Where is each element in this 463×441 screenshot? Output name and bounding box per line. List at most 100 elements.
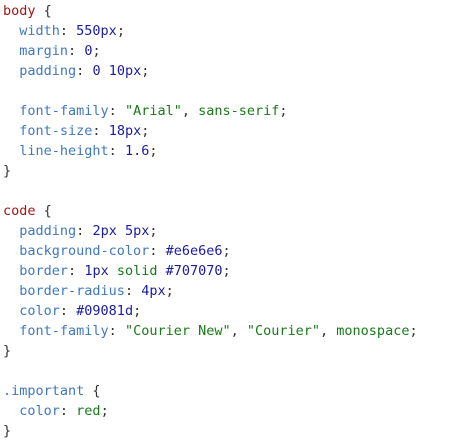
keyword-token: solid [116,263,158,279]
punctuation-token: , [181,103,199,119]
punctuation-token: , [320,323,337,339]
code-line: } [3,341,11,361]
string-token: "Arial" [124,103,182,119]
punctuation-token: ; [409,323,418,339]
keyword-token: red [76,403,101,419]
value-token: 1.6 [124,143,150,159]
property-token: font-family [19,323,109,339]
code-line: color: red; [3,401,109,421]
property-token: padding [19,63,77,79]
punctuation-token: ; [149,143,158,159]
punctuation-token: ; [116,23,125,39]
punctuation-token [3,263,19,279]
code-line: padding: 0 10px; [3,61,149,81]
punctuation-token: } [3,423,12,439]
keyword-token: sans-serif [198,103,280,119]
punctuation-token: ; [165,283,174,299]
punctuation-token [3,303,19,319]
punctuation-token: ; [279,103,288,119]
code-line: line-height: 1.6; [3,141,157,161]
punctuation-token: : [68,263,85,279]
property-token: border-radius [19,283,125,299]
code-line: margin: 0; [3,41,101,61]
value-token: 1px [84,263,109,279]
property-token: color [19,303,60,319]
punctuation-token: : [68,43,85,59]
punctuation-token: ; [141,123,150,139]
punctuation-token [3,243,19,259]
property-token: padding [19,223,77,239]
punctuation-token: : [108,103,125,119]
css-code-view: body { width: 550px; margin: 0; padding:… [0,0,463,440]
punctuation-token: : [76,223,93,239]
property-token: .important [3,383,85,399]
punctuation-token [157,263,165,279]
punctuation-token [3,63,19,79]
property-token: margin [19,43,69,59]
code-line: } [3,421,11,441]
punctuation-token: { [35,3,52,19]
value-token: #707070 [165,263,223,279]
code-line: padding: 2px 5px; [3,221,157,241]
punctuation-token: ; [222,243,231,259]
punctuation-token: ; [149,223,158,239]
punctuation-token: ; [222,263,231,279]
code-line: color: #09081d; [3,301,141,321]
punctuation-token [3,143,19,159]
property-token: background-color [19,243,150,259]
property-token: width [19,23,60,39]
punctuation-token: ; [133,303,142,319]
value-token: #09081d [76,303,134,319]
code-line: border: 1px solid #707070; [3,261,231,281]
code-line: background-color: #e6e6e6; [3,241,231,261]
code-line: } [3,161,11,181]
punctuation-token: : [59,303,77,319]
punctuation-token: : [59,23,77,39]
value-token: 2px 5px [92,223,150,239]
code-line: body { [3,1,52,21]
punctuation-token [3,23,19,39]
property-token: color [19,403,60,419]
punctuation-token: : [92,123,109,139]
punctuation-token [3,283,19,299]
punctuation-token [3,123,19,139]
punctuation-token: ; [141,63,150,79]
code-line: font-family: "Courier New", "Courier", m… [3,321,418,341]
selector-token: code [3,203,36,219]
property-token: border [19,263,69,279]
keyword-token: monospace [336,323,410,339]
code-line: border-radius: 4px; [3,281,174,301]
punctuation-token: { [84,383,101,399]
value-token: 4px [141,283,166,299]
punctuation-token: ; [92,43,101,59]
property-token: font-family [19,103,109,119]
code-line: code { [3,201,52,221]
punctuation-token: : [76,63,93,79]
selector-token: body [3,3,36,19]
punctuation-token [3,103,19,119]
value-token: 550px [76,23,117,39]
punctuation-token: : [108,143,125,159]
punctuation-token [3,43,19,59]
string-token: "Courier" [246,323,321,339]
punctuation-token [3,323,19,339]
property-token: font-size [19,123,93,139]
punctuation-token: : [108,323,125,339]
code-line: font-family: "Arial", sans-serif; [3,101,288,121]
punctuation-token: : [149,243,166,259]
value-token: #e6e6e6 [165,243,223,259]
punctuation-token: } [3,163,12,179]
punctuation-token: , [230,323,247,339]
punctuation-token [109,263,117,279]
property-token: line-height [19,143,109,159]
code-line: width: 550px; [3,21,125,41]
code-line: font-size: 18px; [3,121,149,141]
string-token: "Courier New" [124,323,231,339]
punctuation-token [3,223,19,239]
punctuation-token: ; [100,403,109,419]
punctuation-token: } [3,343,12,359]
punctuation-token: : [124,283,142,299]
punctuation-token [3,403,19,419]
value-token: 18px [108,123,142,139]
punctuation-token: : [59,403,77,419]
